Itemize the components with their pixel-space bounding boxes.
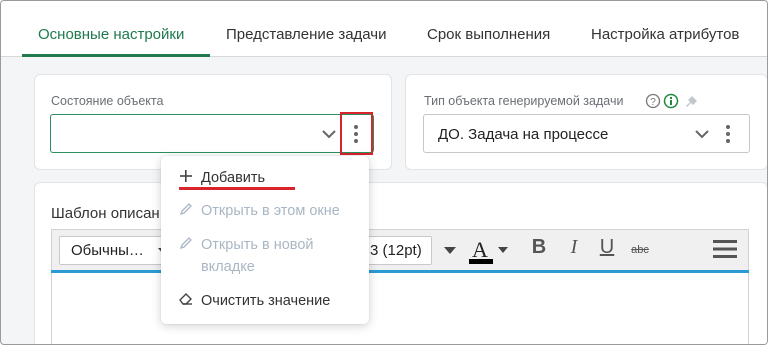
menu-item-label: Добавить (201, 170, 266, 186)
caret-down-icon (444, 247, 456, 254)
font-color-swatch (469, 259, 493, 264)
font-size-dropdown[interactable] (438, 236, 462, 265)
more-options-icon[interactable] (723, 123, 733, 145)
caret-down-icon (498, 247, 508, 253)
pencil-icon (179, 203, 192, 216)
plus-icon (180, 170, 192, 182)
tab-attribute-settings[interactable]: Настройка атрибутов (591, 26, 739, 43)
font-color-button[interactable]: A (466, 236, 510, 265)
paragraph-style-select[interactable]: Обычны… (59, 236, 171, 265)
task-type-label: Тип объекта генерируемой задачи (424, 94, 624, 108)
editor-content-area[interactable] (51, 273, 749, 344)
info-icon (663, 93, 679, 109)
object-state-select[interactable] (50, 114, 374, 153)
menu-item-open-here[interactable]: Открыть в этом окне (161, 200, 369, 226)
tab-bar: Основные настройки Представление задачи … (1, 1, 767, 57)
task-type-select[interactable]: ДО. Задача на процессе (423, 114, 750, 153)
bold-button[interactable]: B (526, 236, 552, 265)
chevron-down-icon[interactable] (694, 127, 710, 141)
eraser-icon (179, 293, 192, 305)
menu-item-label: Очистить значение (201, 293, 331, 309)
more-options-highlight (340, 112, 373, 155)
settings-window: Основные настройки Представление задачи … (0, 0, 768, 345)
tab-deadline[interactable]: Срок выполнения (427, 26, 550, 43)
task-type-value: ДО. Задача на процессе (438, 126, 609, 143)
add-highlight-underline (179, 187, 295, 190)
pencil-icon (179, 237, 192, 250)
pin-icon (686, 96, 697, 107)
menu-item-label: Открыть в новой вкладке (201, 237, 314, 275)
help-icon: ? (645, 93, 661, 109)
menu-item-label: Открыть в этом окне (201, 203, 340, 219)
menu-item-clear[interactable]: Очистить значение (161, 290, 369, 316)
paragraph-style-value: Обычны… (71, 242, 144, 259)
svg-text:?: ? (650, 97, 656, 108)
editor-toolbar: Обычны… 3 (12pt) A B I U abc (51, 229, 749, 271)
context-menu: Добавить Открыть в этом окне Открыть в н… (161, 156, 369, 324)
italic-button[interactable]: I (561, 236, 587, 265)
font-size-value: 3 (12pt) (370, 242, 422, 259)
tab-main-settings[interactable]: Основные настройки (38, 26, 184, 43)
field-info-icons: ? (645, 93, 697, 109)
menu-item-open-new-tab[interactable]: Открыть в новой вкладке (161, 234, 369, 280)
object-state-label: Состояние объекта (51, 94, 164, 108)
strikethrough-button[interactable]: abc (624, 236, 656, 265)
chevron-down-icon[interactable] (321, 127, 337, 141)
template-label: Шаблон описан (51, 205, 160, 222)
tab-task-view[interactable]: Представление задачи (226, 26, 387, 43)
menu-icon[interactable] (713, 239, 737, 259)
active-tab-indicator (22, 54, 210, 57)
underline-button[interactable]: U (594, 236, 620, 265)
